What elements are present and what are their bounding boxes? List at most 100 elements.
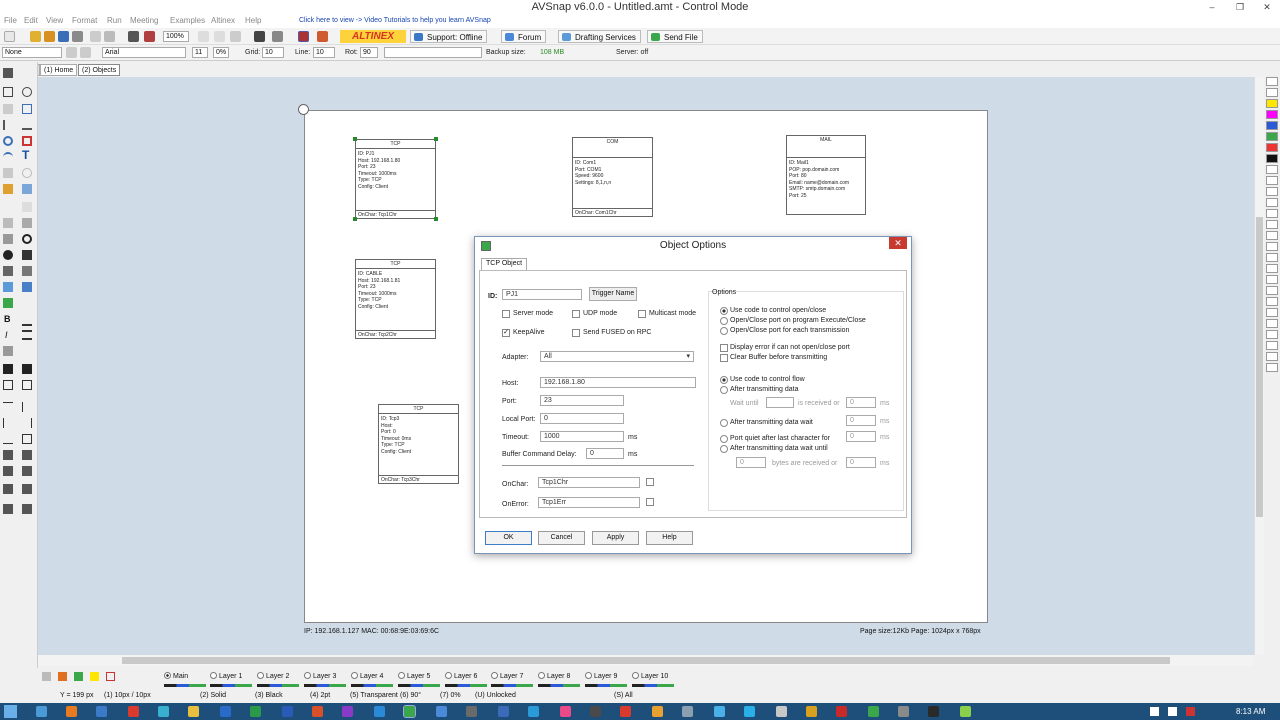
id-input[interactable]: PJ1: [502, 289, 582, 300]
task-app-icon[interactable]: [590, 706, 601, 717]
buffer-delay-input[interactable]: 0: [586, 448, 624, 459]
color-swatch[interactable]: [1266, 264, 1278, 273]
task-app-icon[interactable]: [868, 706, 879, 717]
pdf-icon[interactable]: [317, 31, 328, 42]
task-app-icon[interactable]: [436, 706, 447, 717]
task-app-icon[interactable]: [498, 706, 509, 717]
rectangle-icon[interactable]: [22, 136, 32, 146]
line-icon[interactable]: [22, 120, 32, 130]
task-app-icon[interactable]: [96, 706, 107, 717]
print-icon[interactable]: [128, 31, 139, 42]
tcp-object-tcp3[interactable]: TCP ID: Tcp3 Host: Port: 0 Timeout: 0ms …: [378, 404, 459, 484]
camera-icon[interactable]: [22, 282, 32, 292]
task-app-icon[interactable]: [188, 706, 199, 717]
drafting-services-button[interactable]: Drafting Services: [558, 30, 641, 43]
lock-tool-icon[interactable]: [3, 504, 13, 514]
align-hcenter-icon[interactable]: [3, 418, 13, 428]
selection-handle[interactable]: [353, 217, 357, 221]
font-select[interactable]: Arial: [102, 47, 186, 58]
close-button[interactable]: ✕: [1255, 0, 1279, 14]
task-app-icon[interactable]: [714, 706, 725, 717]
color-swatch[interactable]: [1266, 198, 1278, 207]
tab-tcp-object[interactable]: TCP Object: [481, 258, 528, 270]
style-select[interactable]: None: [2, 47, 62, 58]
list-icon[interactable]: [22, 266, 32, 276]
task-app-icon[interactable]: [282, 706, 293, 717]
align-icon[interactable]: [66, 47, 77, 58]
onerror-checkbox[interactable]: [646, 498, 654, 506]
apply-button[interactable]: Apply: [592, 531, 639, 545]
color-swatch[interactable]: [1266, 187, 1278, 196]
font-size-field[interactable]: 11: [192, 47, 208, 58]
color-swatch[interactable]: [1266, 363, 1278, 372]
menu-help[interactable]: Help: [245, 16, 261, 25]
port-quiet-radio[interactable]: [720, 435, 728, 443]
cut-icon[interactable]: [90, 31, 101, 42]
zoom-field[interactable]: 100%: [163, 31, 189, 42]
task-app-icon[interactable]: [36, 706, 47, 717]
device-tool-icon[interactable]: [3, 234, 13, 244]
task-app-icon[interactable]: [620, 706, 631, 717]
color-swatch[interactable]: [1266, 220, 1278, 229]
zoom-icon[interactable]: [3, 104, 13, 114]
flow-after-transmit-radio[interactable]: [720, 386, 728, 394]
maximize-button[interactable]: ❐: [1228, 0, 1252, 14]
menu-meeting[interactable]: Meeting: [130, 16, 158, 25]
center-icon[interactable]: [22, 434, 32, 444]
send-fused-checkbox[interactable]: [572, 329, 580, 337]
com-object[interactable]: COM ID: Com1 Port: COM1 Speed: 9600 Sett…: [572, 137, 653, 217]
vertical-scrollbar[interactable]: [1254, 77, 1264, 655]
page-icon[interactable]: [198, 31, 209, 42]
align-vcenter-icon[interactable]: [22, 402, 32, 412]
circle-tool-icon[interactable]: [22, 168, 32, 178]
top-align-icon[interactable]: [3, 364, 13, 374]
frame-icon[interactable]: [106, 672, 115, 681]
size-both-icon[interactable]: [3, 484, 13, 494]
adapter-select[interactable]: All ▾: [540, 351, 694, 362]
clock-icon[interactable]: [22, 234, 32, 244]
green-tool-icon[interactable]: [3, 298, 13, 308]
arc-icon[interactable]: [3, 152, 13, 162]
task-app-icon[interactable]: [66, 706, 77, 717]
color-swatch[interactable]: [1266, 297, 1278, 306]
task-app-icon[interactable]: [560, 706, 571, 717]
bytes-timeout-input[interactable]: 0: [846, 457, 876, 468]
color-swatch[interactable]: [1266, 99, 1278, 108]
start-icon[interactable]: [4, 705, 17, 718]
wait-bytes-radio[interactable]: [720, 445, 728, 453]
video-tutorials-link[interactable]: Click here to view -> Video Tutorials to…: [299, 17, 491, 24]
trigger-name-button[interactable]: Trigger Name: [589, 287, 637, 301]
wait-timeout-input[interactable]: 0: [846, 397, 876, 408]
save-icon[interactable]: [58, 31, 69, 42]
open-icon[interactable]: [30, 31, 41, 42]
task-app-icon[interactable]: [250, 706, 261, 717]
underline-icon[interactable]: [22, 316, 32, 326]
flow-wait-radio[interactable]: [720, 419, 728, 427]
task-app-icon[interactable]: [836, 706, 847, 717]
task-app-icon[interactable]: [312, 706, 323, 717]
layer-8[interactable]: Layer 8: [538, 672, 570, 680]
color-swatch[interactable]: [1266, 352, 1278, 361]
menu-altinex[interactable]: Altinex: [211, 16, 235, 25]
bytes-input[interactable]: 0: [736, 457, 766, 468]
left-align-icon[interactable]: [22, 364, 32, 374]
size-h-icon[interactable]: [3, 466, 13, 476]
memory-icon[interactable]: [22, 250, 32, 260]
fill-icon[interactable]: [3, 168, 13, 178]
task-app-icon[interactable]: [776, 706, 787, 717]
space-h-icon[interactable]: [3, 450, 13, 460]
color-swatch[interactable]: [1266, 319, 1278, 328]
tcp-object-pj1[interactable]: TCP ID: PJ1 Host: 192.168.1.80 Port: 23 …: [355, 139, 436, 219]
task-app-icon[interactable]: [128, 706, 139, 717]
distribute-icon[interactable]: [22, 504, 32, 514]
layer-9[interactable]: Layer 9: [585, 672, 617, 680]
task-app-icon[interactable]: [744, 706, 755, 717]
layer-color-icon[interactable]: [74, 672, 83, 681]
layer-3[interactable]: Layer 3: [304, 672, 336, 680]
folder-icon[interactable]: [44, 31, 55, 42]
task-app-icon[interactable]: [374, 706, 385, 717]
local-port-input[interactable]: 0: [540, 413, 624, 424]
tcp-object-cable[interactable]: TCP ID: CABLE Host: 192.168.1.81 Port: 2…: [355, 259, 436, 339]
menu-view[interactable]: View: [46, 16, 63, 25]
align-left-icon[interactable]: [3, 346, 13, 356]
